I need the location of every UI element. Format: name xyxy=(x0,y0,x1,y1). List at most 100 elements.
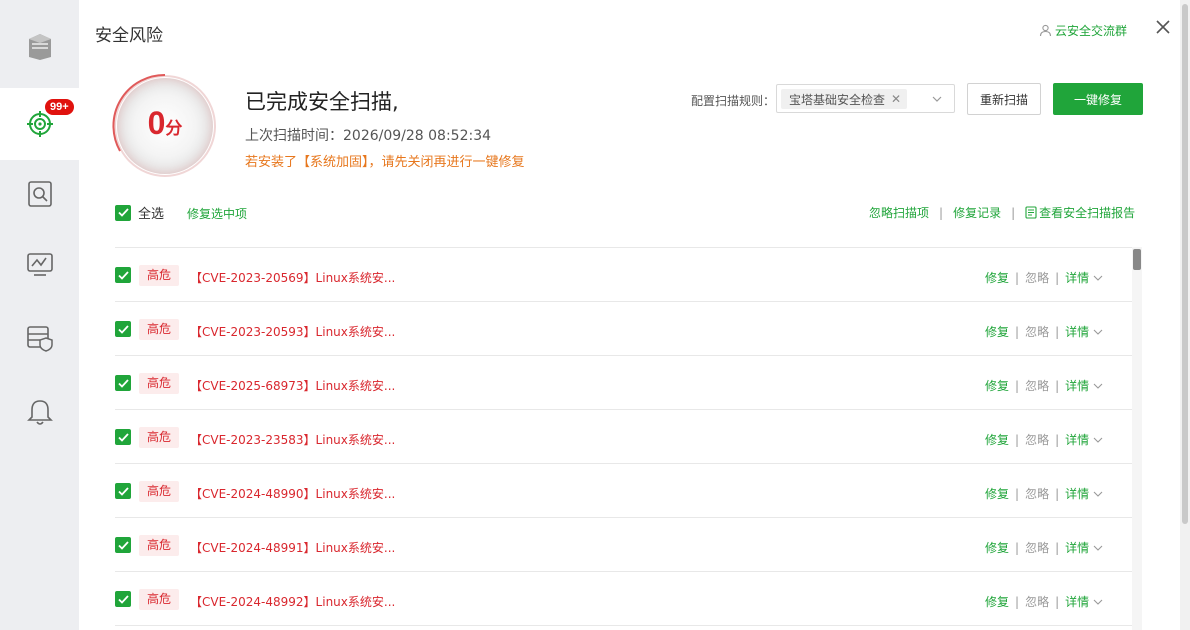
divider: | xyxy=(1015,378,1020,393)
detail-link[interactable]: 详情 xyxy=(1065,539,1103,556)
close-button[interactable] xyxy=(1154,18,1172,36)
scan-rule-tag-label: 宝塔基础安全检查 xyxy=(789,92,886,107)
notification-badge: 99+ xyxy=(45,99,74,115)
detail-label: 详情 xyxy=(1065,433,1090,447)
ignore-link[interactable]: 忽略 xyxy=(1025,269,1049,286)
tag-remove-icon[interactable]: ✕ xyxy=(891,92,901,106)
ignore-link[interactable]: 忽略 xyxy=(1025,431,1049,448)
row-checkbox[interactable] xyxy=(115,483,131,499)
checkmark-icon xyxy=(117,378,129,388)
one-click-fix-button[interactable]: 一键修复 xyxy=(1053,83,1143,115)
sidebar: 99+ xyxy=(0,0,79,630)
fix-link[interactable]: 修复 xyxy=(985,593,1009,610)
detail-link[interactable]: 详情 xyxy=(1065,323,1103,340)
checkmark-icon xyxy=(117,324,129,334)
chevron-down-icon xyxy=(1093,275,1103,281)
row-checkbox[interactable] xyxy=(115,375,131,391)
severity-badge: 高危 xyxy=(139,319,180,340)
select-all-label: 全选 xyxy=(138,207,165,222)
scan-status-title: 已完成安全扫描, xyxy=(245,90,399,114)
sidebar-item-file-scan[interactable] xyxy=(0,158,79,230)
detail-label: 详情 xyxy=(1065,271,1090,285)
fix-link[interactable]: 修复 xyxy=(985,539,1009,556)
close-icon xyxy=(1156,20,1170,34)
severity-badge: 高危 xyxy=(139,373,180,394)
row-checkbox[interactable] xyxy=(115,591,131,607)
chevron-down-icon xyxy=(932,96,942,102)
sidebar-item-server[interactable] xyxy=(0,10,79,82)
list-scrollbar[interactable] xyxy=(1132,247,1142,630)
last-scan-time: 上次扫描时间：2026/09/28 08:52:34 xyxy=(245,128,492,144)
detail-link[interactable]: 详情 xyxy=(1065,431,1103,448)
select-all[interactable]: 全选 xyxy=(115,203,164,222)
divider: | xyxy=(1015,270,1020,285)
risk-title: 【CVE-2023-23583】Linux系统安... xyxy=(190,433,396,447)
risk-row: 高危 【CVE-2023-20569】Linux系统安... 修复 | 忽略 | 详… xyxy=(115,248,1132,302)
sidebar-item-security-risk[interactable]: 99+ xyxy=(0,88,79,160)
detail-link[interactable]: 详情 xyxy=(1065,269,1103,286)
detail-link[interactable]: 详情 xyxy=(1065,377,1103,394)
risk-title: 【CVE-2024-48992】Linux系统安... xyxy=(190,595,396,609)
sidebar-item-alerts[interactable] xyxy=(0,376,79,448)
risk-row: 高危 【CVE-2024-48991】Linux系统安... 修复 | 忽略 | 详… xyxy=(115,518,1132,572)
risk-row: 高危 【CVE-2024-48990】Linux系统安... 修复 | 忽略 | 详… xyxy=(115,464,1132,518)
divider: | xyxy=(1055,432,1060,447)
rescan-button[interactable]: 重新扫描 xyxy=(967,83,1041,115)
row-checkbox[interactable] xyxy=(115,429,131,445)
ignore-link[interactable]: 忽略 xyxy=(1025,323,1049,340)
divider: | xyxy=(1055,540,1060,555)
fix-link[interactable]: 修复 xyxy=(985,269,1009,286)
sidebar-item-server-shield[interactable] xyxy=(0,302,79,374)
community-link[interactable]: 云安全交流群 xyxy=(1039,22,1127,39)
divider: | xyxy=(1015,432,1020,447)
chevron-down-icon xyxy=(1093,545,1103,551)
severity-badge: 高危 xyxy=(139,589,180,610)
list-scrollbar-thumb[interactable] xyxy=(1133,249,1141,270)
scan-rule-label: 配置扫描规则： xyxy=(691,94,776,108)
fix-link[interactable]: 修复 xyxy=(985,323,1009,340)
divider: | xyxy=(1055,486,1060,501)
fix-link[interactable]: 修复 xyxy=(985,485,1009,502)
scan-report-link[interactable]: 查看安全扫描报告 xyxy=(1025,204,1135,221)
ignore-link[interactable]: 忽略 xyxy=(1025,377,1049,394)
select-all-checkbox[interactable] xyxy=(115,204,131,221)
risk-row: 高危 【CVE-2023-23583】Linux系统安... 修复 | 忽略 | 详… xyxy=(115,410,1132,464)
fix-link[interactable]: 修复 xyxy=(985,377,1009,394)
checkmark-icon xyxy=(117,208,129,217)
window-scrollbar-thumb[interactable] xyxy=(1182,4,1188,524)
page-title: 安全风险 xyxy=(95,26,163,46)
score-unit: 分 xyxy=(165,119,183,138)
row-actions: 修复 | 忽略 | 详情 xyxy=(985,431,1103,448)
row-checkbox[interactable] xyxy=(115,267,131,283)
ignore-link[interactable]: 忽略 xyxy=(1025,485,1049,502)
row-actions: 修复 | 忽略 | 详情 xyxy=(985,485,1103,502)
fix-link[interactable]: 修复 xyxy=(985,431,1009,448)
fix-history-link[interactable]: 修复记录 xyxy=(953,204,1001,221)
chevron-down-icon xyxy=(1093,329,1103,335)
risk-title: 【CVE-2023-20569】Linux系统安... xyxy=(190,271,396,285)
detail-link[interactable]: 详情 xyxy=(1065,593,1103,610)
detail-label: 详情 xyxy=(1065,379,1090,393)
checkmark-icon xyxy=(117,540,129,550)
divider: | xyxy=(1011,205,1016,220)
user-group-icon xyxy=(1039,24,1052,37)
row-checkbox[interactable] xyxy=(115,321,131,337)
severity-badge: 高危 xyxy=(139,427,180,448)
server-icon xyxy=(28,34,51,60)
window-scrollbar[interactable] xyxy=(1180,0,1190,630)
fix-selected-link[interactable]: 修复选中项 xyxy=(187,205,247,222)
scan-rule-select[interactable]: 宝塔基础安全检查 ✕ xyxy=(776,84,955,113)
detail-label: 详情 xyxy=(1065,325,1090,339)
community-link-label: 云安全交流群 xyxy=(1055,24,1128,38)
ignore-items-link[interactable]: 忽略扫描项 xyxy=(869,204,929,221)
bell-icon xyxy=(26,400,53,425)
ignore-link[interactable]: 忽略 xyxy=(1025,539,1049,556)
detail-label: 详情 xyxy=(1065,595,1090,609)
row-actions: 修复 | 忽略 | 详情 xyxy=(985,323,1103,340)
ignore-link[interactable]: 忽略 xyxy=(1025,593,1049,610)
detail-link[interactable]: 详情 xyxy=(1065,485,1103,502)
report-icon xyxy=(1025,206,1037,219)
main-panel: 安全风险 云安全交流群 0分 已完成安全扫描, 上次扫描时间：2026/09/2… xyxy=(79,0,1190,630)
sidebar-item-monitor[interactable] xyxy=(0,229,79,301)
row-checkbox[interactable] xyxy=(115,537,131,553)
